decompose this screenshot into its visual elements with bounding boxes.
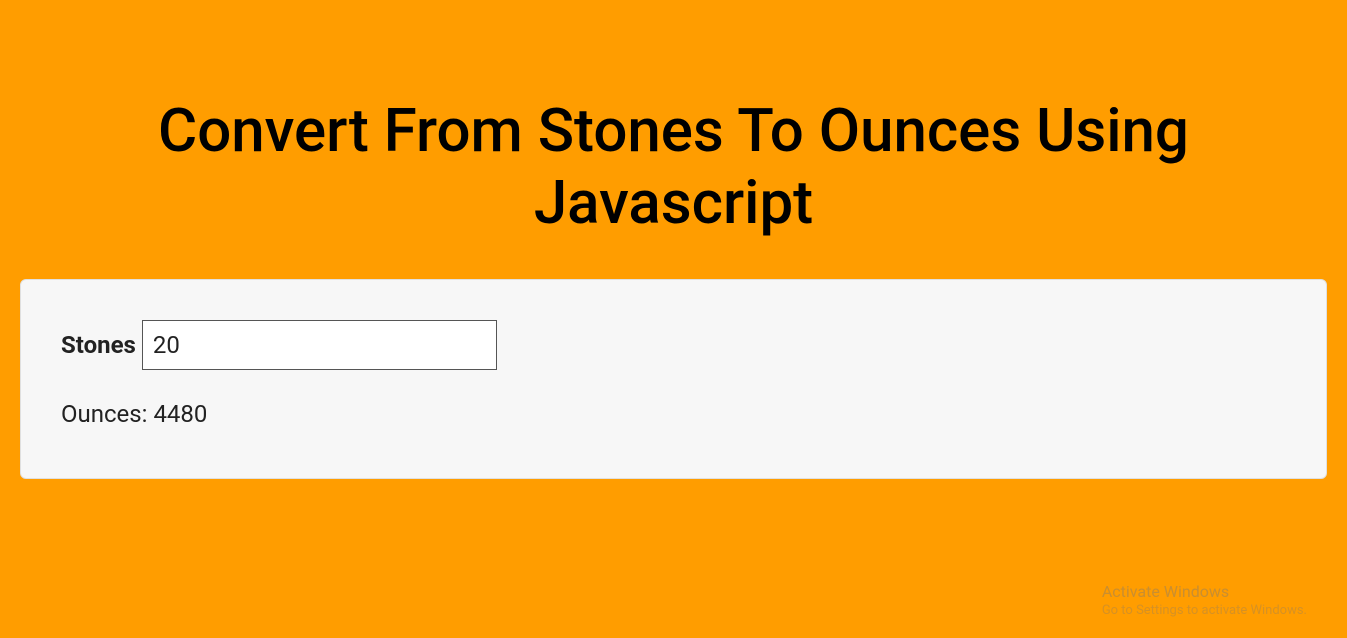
stones-input[interactable]: [142, 320, 497, 370]
stones-label: Stones: [61, 331, 136, 359]
ounces-label: Ounces:: [61, 400, 147, 428]
watermark-title: Activate Windows: [1102, 582, 1307, 603]
activate-windows-watermark: Activate Windows Go to Settings to activ…: [1102, 582, 1307, 620]
ounces-value: 4480: [153, 400, 207, 428]
input-row: Stones: [61, 320, 1286, 370]
watermark-subtitle: Go to Settings to activate Windows.: [1102, 603, 1307, 620]
converter-card: Stones Ounces: 4480: [20, 279, 1327, 479]
ounces-output: Ounces: 4480: [61, 400, 1286, 428]
page-title: Convert From Stones To Ounces Using Java…: [0, 0, 1347, 279]
